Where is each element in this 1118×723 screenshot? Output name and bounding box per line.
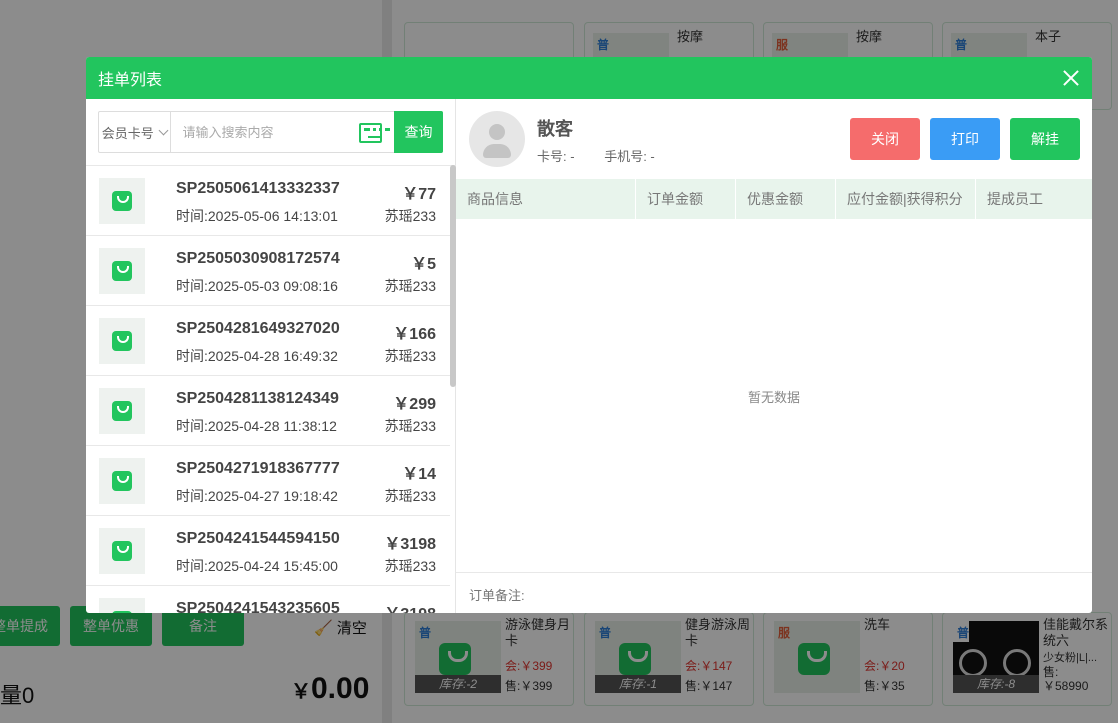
held-order-item[interactable]: SP2505061413332337 时间:2025-05-06 14:13:0… bbox=[86, 166, 450, 236]
bag-icon bbox=[112, 611, 132, 613]
held-orders-dialog: 挂单列表 会员卡号 查询 SP2505061413332337 时间:2025-… bbox=[86, 57, 1092, 613]
column-header: 提成员工 bbox=[987, 191, 1043, 207]
order-amount: ￥77 bbox=[402, 186, 436, 203]
order-number: SP2504281138124349 bbox=[176, 390, 339, 407]
keyboard-icon[interactable] bbox=[358, 123, 389, 143]
order-icon bbox=[99, 248, 145, 294]
order-items-table-header: 商品信息 订单金额 优惠金额 应付金额|获得积分 提成员工 bbox=[456, 179, 1092, 219]
order-icon bbox=[99, 528, 145, 574]
order-time: 时间:2025-05-03 09:08:16 bbox=[176, 278, 338, 294]
bag-icon bbox=[112, 191, 132, 211]
order-detail-panel: 散客 卡号: - 手机号: - 关闭 打印 解挂 商品信息 订单金额 优惠金额 … bbox=[456, 99, 1092, 613]
order-staff: 苏瑶233 bbox=[384, 418, 436, 434]
held-order-item[interactable]: SP2504281138124349 时间:2025-04-28 11:38:1… bbox=[86, 376, 450, 446]
order-staff: 苏瑶233 bbox=[384, 348, 436, 364]
order-icon bbox=[99, 458, 145, 504]
bag-icon bbox=[112, 471, 132, 491]
order-amount: ￥5 bbox=[411, 256, 436, 273]
order-staff: 苏瑶233 bbox=[384, 558, 436, 574]
order-time: 时间:2025-04-24 15:45:00 bbox=[176, 558, 338, 574]
column-header: 商品信息 bbox=[456, 179, 636, 219]
order-number: SP2504281649327020 bbox=[176, 320, 340, 337]
order-number: SP2505030908172574 bbox=[176, 250, 340, 267]
order-amount: ￥166 bbox=[393, 326, 436, 343]
dialog-header: 挂单列表 bbox=[86, 57, 1092, 99]
bag-icon bbox=[112, 261, 132, 281]
order-staff: 苏瑶233 bbox=[384, 278, 436, 294]
column-header: 优惠金额 bbox=[736, 179, 836, 219]
chevron-down-icon bbox=[158, 125, 169, 135]
avatar bbox=[469, 111, 525, 167]
empty-state: 暂无数据 bbox=[747, 390, 800, 405]
held-order-item[interactable]: SP2505030908172574 时间:2025-05-03 09:08:1… bbox=[86, 236, 450, 306]
held-order-item[interactable]: SP2504241544594150 时间:2025-04-24 15:45:0… bbox=[86, 516, 450, 586]
order-staff: 苏瑶233 bbox=[384, 488, 436, 504]
search-input[interactable] bbox=[170, 112, 359, 152]
bag-icon bbox=[112, 331, 132, 351]
held-order-item[interactable]: SP2504271918367777 时间:2025-04-27 19:18:4… bbox=[86, 446, 450, 516]
column-header: 应付金额|获得积分 bbox=[836, 179, 976, 219]
order-number: SP2504241543235605 bbox=[176, 600, 340, 613]
order-remark: 订单备注: bbox=[456, 572, 1092, 613]
customer-phone: 手机号: - bbox=[604, 149, 655, 164]
query-button[interactable]: 查询 bbox=[394, 111, 443, 153]
customer-info: 卡号: - 手机号: - bbox=[537, 146, 681, 165]
held-order-item[interactable]: SP2504241543235605 ￥3198 bbox=[86, 586, 450, 613]
order-time: 时间:2025-04-27 19:18:42 bbox=[176, 488, 338, 504]
column-header: 订单金额 bbox=[636, 179, 736, 219]
print-button[interactable]: 打印 bbox=[930, 118, 1000, 160]
held-order-item[interactable]: SP2504281649327020 时间:2025-04-28 16:49:3… bbox=[86, 306, 450, 376]
order-time: 时间:2025-04-28 16:49:32 bbox=[176, 348, 338, 364]
held-order-list: SP2505061413332337 时间:2025-05-06 14:13:0… bbox=[86, 165, 456, 613]
customer-card: 卡号: - bbox=[537, 149, 575, 164]
held-orders-panel: 会员卡号 查询 SP2505061413332337 时间:2025-05-06… bbox=[86, 99, 456, 613]
order-amount: ￥14 bbox=[402, 466, 436, 483]
order-amount: ￥3198 bbox=[384, 600, 436, 613]
close-icon[interactable] bbox=[1062, 69, 1080, 87]
order-amount: ￥3198 bbox=[384, 536, 436, 553]
bag-icon bbox=[112, 541, 132, 561]
order-icon bbox=[99, 388, 145, 434]
order-icon bbox=[99, 598, 145, 613]
order-staff: 苏瑶233 bbox=[384, 208, 436, 224]
order-icon bbox=[99, 318, 145, 364]
order-number: SP2504271918367777 bbox=[176, 460, 340, 477]
order-time: 时间:2025-05-06 14:13:01 bbox=[176, 208, 338, 224]
customer-name: 散客 bbox=[537, 119, 573, 139]
order-amount: ￥299 bbox=[393, 396, 436, 413]
bag-icon bbox=[112, 401, 132, 421]
dialog-title: 挂单列表 bbox=[98, 72, 163, 89]
order-number: SP2504241544594150 bbox=[176, 530, 340, 547]
release-order-button[interactable]: 解挂 bbox=[1010, 118, 1080, 160]
order-number: SP2505061413332337 bbox=[176, 180, 340, 197]
search-bar: 会员卡号 查询 bbox=[98, 111, 443, 153]
order-time: 时间:2025-04-28 11:38:12 bbox=[176, 418, 337, 434]
close-button[interactable]: 关闭 bbox=[850, 118, 920, 160]
search-type-select[interactable]: 会员卡号 bbox=[99, 112, 171, 152]
order-icon bbox=[99, 178, 145, 224]
